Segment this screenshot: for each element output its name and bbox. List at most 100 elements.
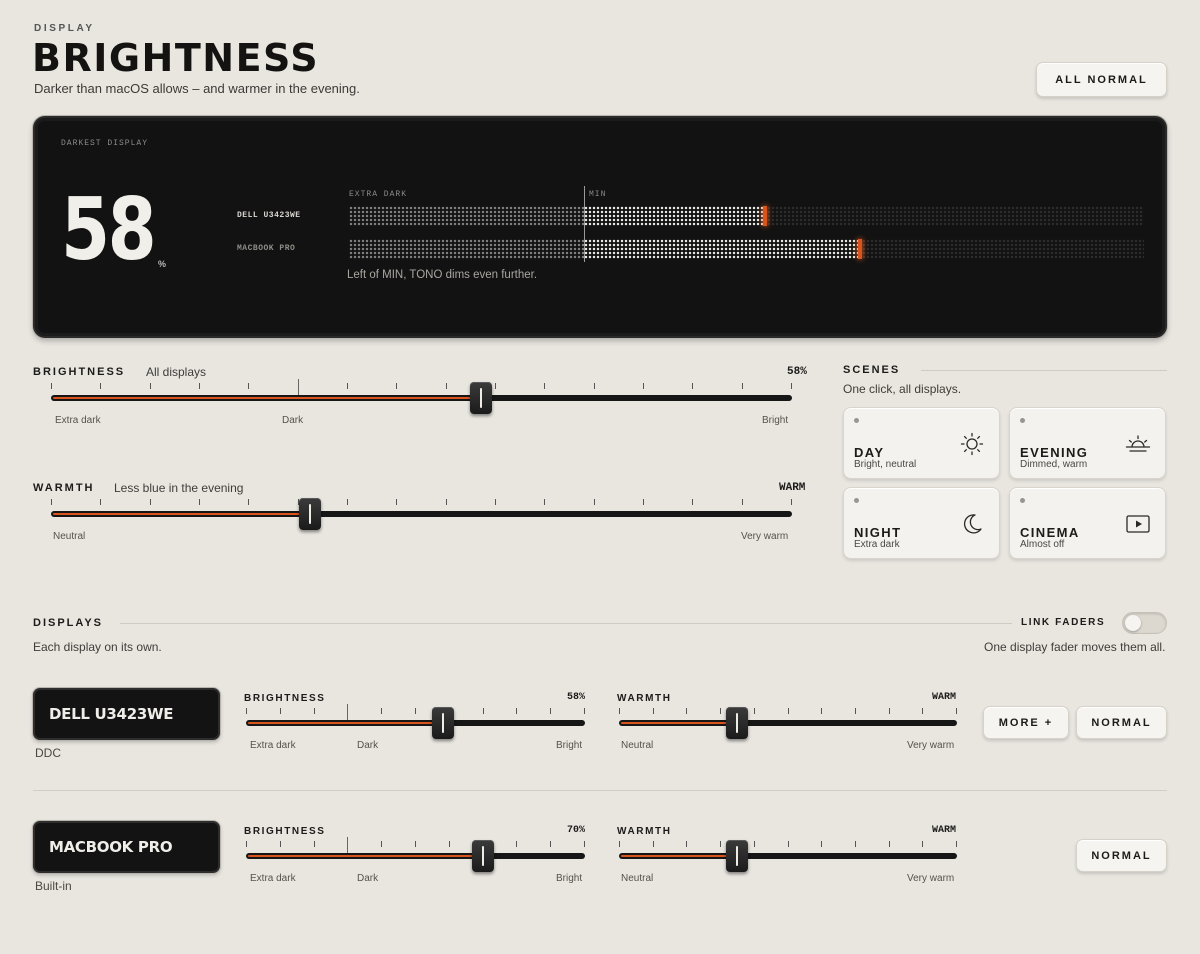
fader-tick (396, 383, 397, 389)
fader-tick (788, 708, 789, 714)
more-button[interactable]: MORE + (983, 706, 1069, 739)
brightness-fader[interactable] (51, 379, 792, 420)
row-brightness-fader[interactable] (246, 837, 585, 878)
meter-lit-segment (584, 239, 858, 259)
fader-left-label: Extra dark (250, 740, 296, 751)
zone-label-min: MIN (589, 190, 607, 199)
fader-tick (381, 708, 382, 714)
fader-tick (150, 383, 151, 389)
fader-right-label: Very warm (741, 531, 789, 542)
fader-tick (594, 499, 595, 505)
fader-tick (280, 841, 281, 847)
display-meter (349, 239, 1144, 259)
fader-left-label: Neutral (621, 740, 654, 751)
fader-track[interactable] (246, 853, 585, 859)
row-brightness-value: 58% (567, 692, 586, 703)
meter-unlit-segment (861, 239, 1144, 259)
warmth-label: WARMTH (33, 482, 95, 494)
fader-track[interactable] (51, 511, 792, 517)
fader-fill (53, 513, 309, 515)
fader-tick (594, 383, 595, 389)
row-brightness-fader[interactable] (246, 704, 585, 745)
link-faders-sub: One display fader moves them all. (984, 640, 1166, 654)
fader-tick (550, 841, 551, 847)
fader-fill (248, 855, 482, 857)
scene-indicator (1020, 418, 1025, 423)
panel-label: DARKEST DISPLAY (61, 139, 149, 148)
fader-tick (51, 499, 52, 505)
warmth-sub: Less blue in the evening (114, 481, 244, 495)
fader-tick (246, 841, 247, 847)
fader-track[interactable] (51, 395, 792, 401)
fader-tick (720, 708, 721, 714)
row-warmth-fader[interactable] (619, 838, 957, 878)
fader-left-label: Neutral (53, 531, 86, 542)
moon-icon (964, 514, 982, 534)
normal-button[interactable]: NORMAL (1076, 839, 1167, 872)
fader-track[interactable] (246, 720, 585, 726)
page-title: BRIGHTNESS (32, 36, 320, 80)
link-faders-toggle[interactable] (1122, 612, 1167, 634)
scene-desc: Bright, neutral (854, 459, 917, 470)
fader-right-label: Bright (556, 873, 583, 884)
fader-tick (544, 499, 545, 505)
scene-night-button[interactable]: NIGHT Extra dark (843, 487, 1000, 559)
fader-tick (791, 383, 792, 389)
fader-tick (415, 708, 416, 714)
fader-tick (51, 383, 52, 389)
fader-knob[interactable] (469, 382, 492, 414)
scenes-title: SCENES (843, 364, 901, 376)
fader-knob[interactable] (431, 707, 454, 739)
row-brightness-label: BRIGHTNESS (244, 693, 326, 704)
fader-knob[interactable] (726, 840, 749, 872)
page-subtitle: Darker than macOS allows – and warmer in… (34, 81, 360, 96)
toggle-thumb (1125, 615, 1141, 631)
fader-tick (922, 708, 923, 714)
meter-extra-dark-segment (349, 239, 584, 259)
fader-knob[interactable] (299, 498, 322, 530)
zone-label-extra-dark: EXTRA DARK (349, 190, 408, 199)
fader-right-label: Bright (762, 415, 789, 426)
fader-tick (347, 383, 348, 389)
fader-track[interactable] (619, 853, 957, 859)
normal-button[interactable]: NORMAL (1076, 706, 1167, 739)
meter-unlit-segment (766, 206, 1144, 226)
scene-indicator (854, 418, 859, 423)
scene-name: NIGHT (854, 525, 902, 540)
scenes-sub: One click, all displays. (843, 382, 962, 396)
fader-right-label: Very warm (907, 873, 955, 884)
fader-tick (686, 708, 687, 714)
fader-tick (643, 499, 644, 505)
fader-tick (314, 708, 315, 714)
fader-tick (100, 383, 101, 389)
fader-knob[interactable] (472, 840, 495, 872)
fader-tick (199, 383, 200, 389)
row-warmth-value: WARM (932, 692, 957, 703)
fader-tick (495, 499, 496, 505)
warmth-value: WARM (779, 482, 806, 494)
scene-evening-button[interactable]: EVENING Dimmed, warm (1009, 407, 1166, 479)
all-normal-button[interactable]: ALL NORMAL (1036, 62, 1167, 97)
scene-name: DAY (854, 445, 885, 460)
row-brightness-label: BRIGHTNESS (244, 826, 326, 837)
fader-track[interactable] (619, 720, 957, 726)
fader-tick (956, 841, 957, 847)
scene-desc: Almost off (1020, 539, 1065, 550)
fader-tick (396, 499, 397, 505)
fader-tick (821, 841, 822, 847)
scene-cinema-button[interactable]: CINEMA Almost off (1009, 487, 1166, 559)
fader-tick (956, 708, 957, 714)
fader-knob[interactable] (726, 707, 749, 739)
row-warmth-fader[interactable] (619, 705, 957, 745)
warmth-fader[interactable] (51, 496, 792, 536)
fader-tick (246, 708, 247, 714)
fader-tick (446, 499, 447, 505)
scene-desc: Extra dark (854, 539, 900, 550)
scene-day-button[interactable]: DAY Bright, neutral (843, 407, 1000, 479)
fader-tick (100, 499, 101, 505)
fader-tick (619, 708, 620, 714)
display-meter (349, 206, 1144, 226)
darkest-value: 58 (61, 180, 157, 280)
scene-name: CINEMA (1020, 525, 1080, 540)
fader-tick (415, 841, 416, 847)
